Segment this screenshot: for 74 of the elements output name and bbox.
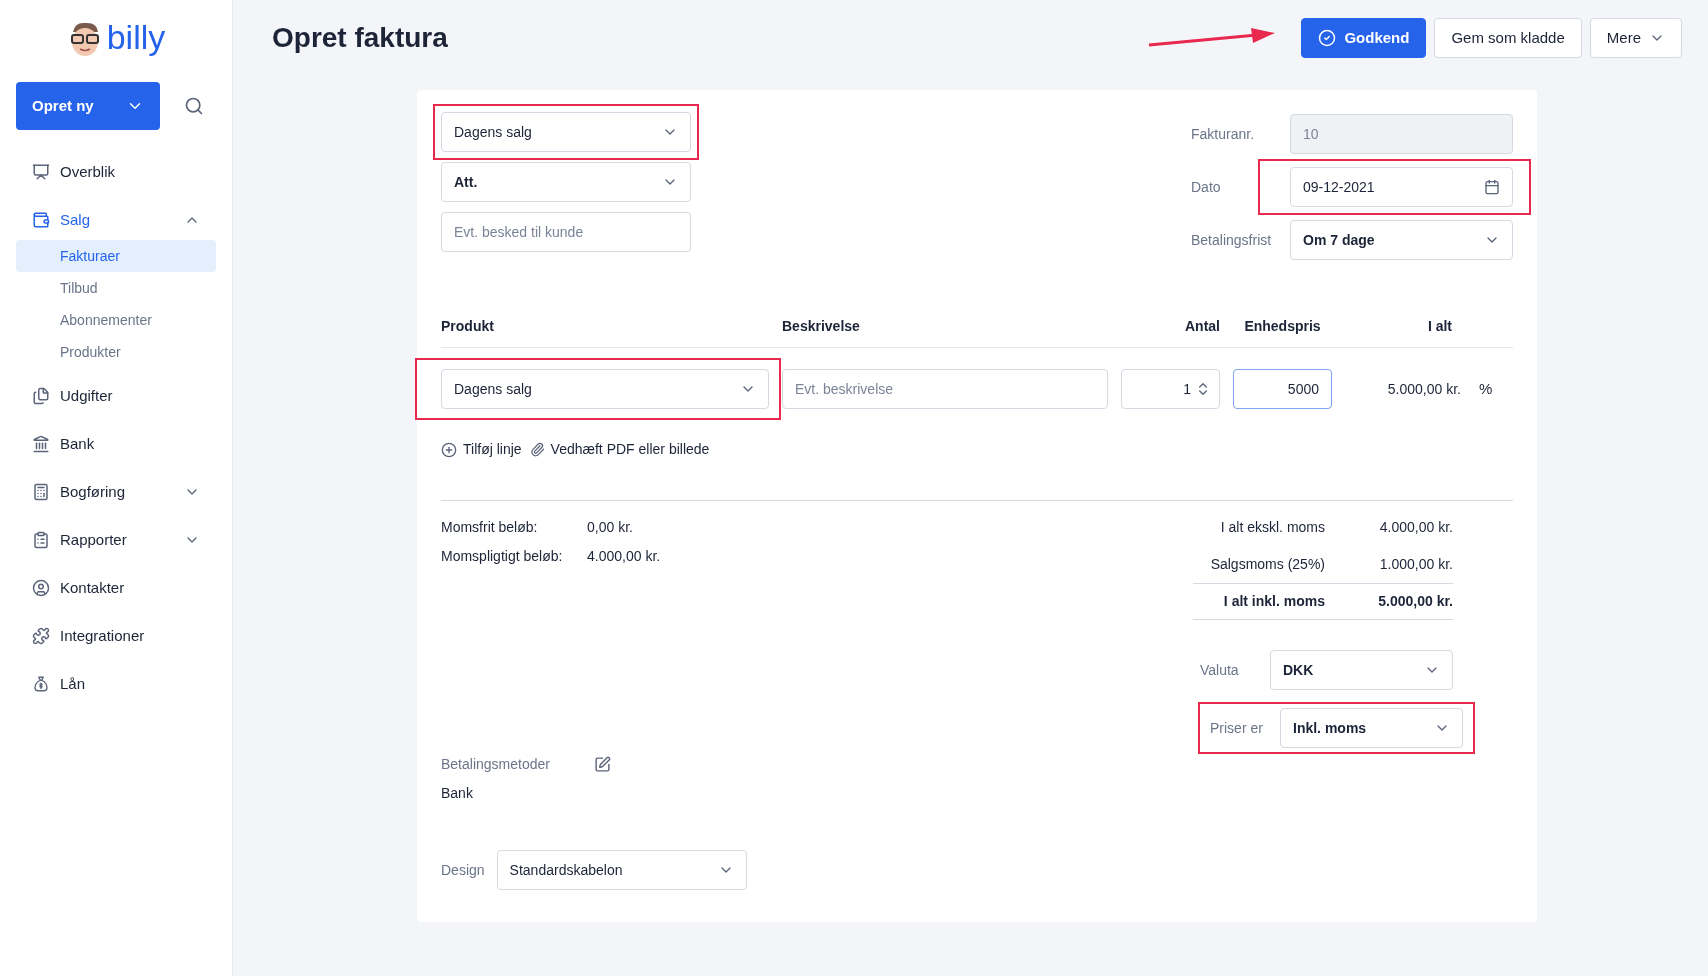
totals-label: Salgsmoms (25%) [1209,555,1326,574]
payment-method: Bank [441,784,474,803]
column-header: I alt [1426,317,1452,336]
dropdown[interactable]: Dagens salg [441,112,691,152]
nav-item[interactable]: Rapporter [16,516,216,564]
summary-value: 0,00 kr. [587,518,633,537]
presentation-icon [32,163,50,181]
field-label: Design [441,860,485,880]
totals-label: I alt ekskl. moms [1219,518,1326,537]
nav-item[interactable]: Lån [16,660,216,708]
paperclip-icon [529,442,545,457]
summary-label: Momsfrit beløb: [441,518,539,537]
dropdown[interactable]: Dagens salg [441,369,769,409]
dropdown[interactable]: DKK [1270,650,1453,690]
column-header: Beskrivelse [782,317,861,336]
edit-icon [593,756,611,773]
quantity-stepper[interactable]: 1 [1121,369,1220,409]
totals-value: 4.000,00 kr. [1378,518,1453,537]
create-new-button[interactable]: Opret ny [16,82,160,130]
dropdown[interactable]: Att. [441,162,691,202]
documents-icon [32,387,50,405]
message-input[interactable]: Evt. besked til kunde [441,212,691,252]
plus-circle-icon [441,441,457,458]
logo-text: billy [106,20,166,54]
edit-button[interactable] [593,756,611,773]
check-circle-icon [1318,29,1337,47]
nav-subitem[interactable]: Fakturaer [16,240,216,272]
discount-button[interactable]: % [1479,377,1493,401]
toolbar-button[interactable]: Mere [1589,18,1682,58]
column-header: Produkt [441,317,495,336]
dropdown[interactable]: Om 7 dage [1290,220,1513,260]
nav-item[interactable]: Bogføring [16,468,216,516]
dropdown[interactable]: Standardskabelon [496,850,747,890]
action-link[interactable]: Tilføj linje [441,439,522,460]
nav-item[interactable]: Integrationer [16,612,216,660]
summary-value: 4.000,00 kr. [587,547,661,566]
nav-item[interactable]: Bank [16,420,216,468]
money-bag-icon [32,675,50,693]
user-circle-icon [32,579,50,597]
totals-label: I alt inkl. moms [1222,592,1326,611]
column-header: Antal [1184,317,1220,336]
nav-item[interactable]: Overblik [16,148,216,196]
dropdown[interactable]: Inkl. moms [1280,708,1463,748]
nav-subitem[interactable]: Tilbud [16,272,216,304]
field-label: Betalingsfrist [1191,230,1273,250]
unit-price-input[interactable]: 5000 [1233,369,1332,409]
invoice-number-field: 10 [1290,114,1513,154]
summary-label: Momspligtigt beløb: [441,547,564,566]
field-label: Priser er [1210,718,1264,738]
totals-value: 5.000,00 kr. [1377,592,1453,611]
bank-icon [32,435,50,453]
nav-subitem[interactable]: Produkter [16,336,216,368]
nav-item[interactable]: Kontakter [16,564,216,612]
wallet-icon [32,211,50,229]
toolbar-button[interactable]: Godkend [1301,18,1427,58]
nav-item[interactable]: Udgifter [16,372,216,420]
totals-value: 1.000,00 kr. [1378,555,1453,574]
puzzle-icon [32,627,50,645]
column-header: Enhedspris [1243,317,1322,336]
search-icon [184,96,204,116]
date-field[interactable]: 09-12-2021 [1290,167,1513,207]
field-label: Dato [1191,177,1222,197]
calendar-icon [1484,179,1500,195]
nav-subitem[interactable]: Abonnementer [16,304,216,336]
clipboard-icon [32,531,50,549]
field-label: Valuta [1200,660,1240,680]
toolbar-button[interactable]: Gem som kladde [1434,18,1582,58]
payment-methods-label: Betalingsmetoder [441,755,550,774]
field-label: Fakturanr. [1191,124,1256,144]
line-total: 5.000,00 kr. [1386,379,1461,399]
calculator-icon [32,483,50,501]
description-input[interactable]: Evt. beskrivelse [782,369,1108,409]
action-link[interactable]: Vedhæft PDF eller billede [529,439,710,460]
page-title: Opret faktura [272,21,449,55]
